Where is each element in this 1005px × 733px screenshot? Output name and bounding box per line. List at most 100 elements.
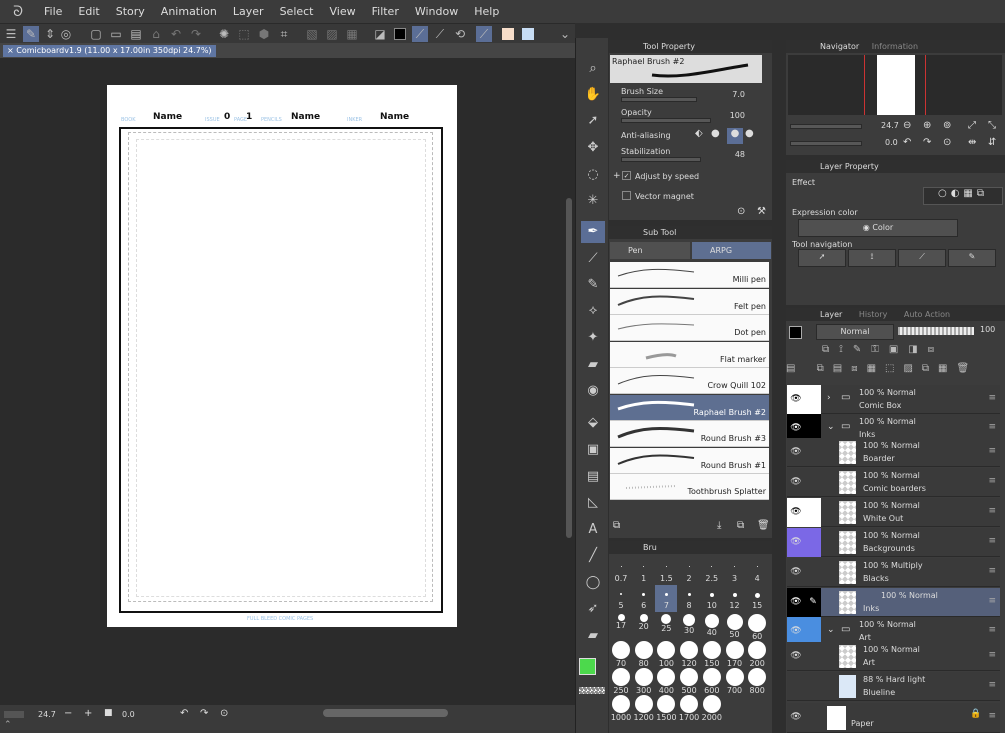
layer-row-blueline[interactable]: 88 % Hard light Blueline ≡: [787, 672, 1000, 701]
visibility-hidden-icon[interactable]: [787, 672, 805, 701]
brush-round-1[interactable]: Round Brush #1: [610, 448, 769, 474]
adjust-speed-checkbox[interactable]: ✓: [622, 171, 631, 180]
layer-row-inks[interactable]: 👁 ✎ 100 % Normal Inks ≡: [787, 588, 1000, 617]
expression-color-select[interactable]: ◉ Color: [798, 219, 958, 237]
brush-size-preset[interactable]: 3: [724, 558, 746, 585]
brush-size-tab[interactable]: Bru: [643, 543, 657, 552]
lasso-icon[interactable]: ⟲: [452, 26, 468, 42]
layer-drag-handle-icon[interactable]: ≡: [988, 650, 996, 660]
brush-size-preset[interactable]: 200: [746, 639, 768, 668]
brush-toothbrush[interactable]: Toothbrush Splatter: [610, 474, 769, 500]
updown-icon[interactable]: ⇕: [42, 26, 58, 42]
frame-tool-icon[interactable]: ▤: [581, 466, 605, 488]
brush-size-preset[interactable]: 150: [701, 639, 723, 668]
brush-size-slider[interactable]: [621, 97, 697, 102]
brush-size-preset[interactable]: 8: [678, 585, 700, 612]
layer-drag-handle-icon[interactable]: ≡: [988, 476, 996, 486]
snap-ruler-icon[interactable]: ▨: [324, 26, 340, 42]
app-logo-icon[interactable]: ᘐ: [0, 4, 36, 20]
undo-icon[interactable]: ↶: [168, 26, 184, 42]
zoom-out-icon[interactable]: −: [64, 708, 72, 719]
layer-drag-handle-icon[interactable]: ≡: [988, 711, 996, 721]
layer-row-art[interactable]: 👁 100 % Normal Art ≡: [787, 642, 1000, 671]
auto-action-tab[interactable]: Auto Action: [904, 310, 950, 319]
layer-drag-handle-icon[interactable]: ≡: [988, 422, 996, 432]
transform-icon[interactable]: ⬚: [236, 26, 252, 42]
pen-tool-icon[interactable]: ✒: [581, 221, 605, 243]
transparent-color-swatch[interactable]: [579, 687, 605, 694]
sub-tool-tab-arpg[interactable]: ARPG: [692, 242, 771, 259]
brush-tool-icon[interactable]: ⟡: [581, 300, 605, 322]
brush-size-preset[interactable]: 25: [655, 612, 677, 639]
visibility-eye-icon[interactable]: 👁: [787, 588, 805, 617]
brush-size-preset[interactable]: 800: [746, 666, 768, 695]
brush-round-3[interactable]: Round Brush #3: [610, 421, 769, 447]
operation-tool-icon[interactable]: ➚: [581, 110, 605, 132]
menu-select[interactable]: Select: [272, 5, 322, 18]
app-mode-icon[interactable]: ◎: [58, 26, 74, 42]
wrench-icon[interactable]: ⚒: [757, 206, 766, 217]
nav-rotate-left-icon[interactable]: ↶: [903, 137, 911, 148]
balloon-tool-icon[interactable]: ◯: [581, 572, 605, 594]
nav-actual-size-icon[interactable]: ⊚: [943, 120, 951, 131]
snap-off-icon[interactable]: ▧: [304, 26, 320, 42]
antialias-options[interactable]: ⬖ ● ● ●: [695, 128, 765, 144]
main-color-swatch[interactable]: [579, 658, 596, 675]
redo-icon[interactable]: ↷: [188, 26, 204, 42]
brush-size-preset[interactable]: 5: [610, 585, 632, 612]
canvas-hscrollbar[interactable]: [323, 709, 448, 717]
stabilization-slider[interactable]: [621, 157, 701, 162]
navigator-zoom-slider[interactable]: [790, 124, 862, 129]
blend-tool-icon[interactable]: ◉: [581, 380, 605, 402]
correct-line-tool-icon[interactable]: ➶: [581, 598, 605, 620]
tool-nav-vector-icon[interactable]: ⟋: [898, 249, 946, 267]
menu-animation[interactable]: Animation: [153, 5, 225, 18]
visibility-eye-icon[interactable]: 👁: [787, 438, 805, 467]
brush-size-preset[interactable]: 1: [633, 558, 655, 585]
sub-tool-tab-pen[interactable]: Pen: [610, 242, 690, 259]
layer-row-comic-box[interactable]: 👁 › ▭ 100 % Normal Comic Box ≡: [787, 385, 1000, 414]
brush-size-preset[interactable]: 30: [678, 612, 700, 639]
reset-rotation-icon[interactable]: ⊙: [220, 708, 228, 719]
swatch-blue-icon[interactable]: [520, 26, 536, 42]
nav-fit-icon[interactable]: ⤢: [968, 120, 976, 131]
layer-drag-handle-icon[interactable]: ≡: [988, 625, 996, 635]
layer-lock-cell[interactable]: [805, 385, 821, 414]
brush-size-preset[interactable]: 10: [701, 585, 723, 612]
menu-file[interactable]: File: [36, 5, 70, 18]
brush-raphael-2[interactable]: Raphael Brush #2: [610, 395, 769, 421]
export-icon[interactable]: ⌂: [148, 26, 164, 42]
vector-magnet-checkbox[interactable]: [622, 191, 631, 200]
layer-color-swatch[interactable]: [789, 326, 802, 339]
navigator-rotate-slider[interactable]: [790, 141, 862, 146]
brush-size-preset[interactable]: 400: [655, 666, 677, 695]
layer-drag-handle-icon[interactable]: ≡: [988, 680, 996, 690]
visibility-eye-icon[interactable]: 👁: [787, 558, 805, 587]
brush-size-preset[interactable]: 100: [655, 639, 677, 668]
text-tool-icon[interactable]: A: [581, 519, 605, 541]
trash-icon[interactable]: 🗑: [757, 520, 770, 531]
brush-size-preset[interactable]: 40: [701, 612, 723, 639]
layer-row-boarder[interactable]: 👁 100 % Normal Boarder ≡: [787, 438, 1000, 467]
layer-actions-toolbar[interactable]: ▤ ⧉▤⧈▦⬚▨⧉▦🗑: [786, 363, 1005, 379]
brush-size-preset[interactable]: 4: [746, 558, 768, 585]
brush-size-preset[interactable]: 80: [633, 639, 655, 668]
brush-size-preset[interactable]: 2000: [701, 693, 723, 722]
brush-size-preset[interactable]: 1700: [678, 693, 700, 722]
effect-buttons[interactable]: ○◐▦⧉: [923, 187, 1003, 205]
menu-view[interactable]: View: [322, 5, 364, 18]
brush-size-preset[interactable]: 12: [724, 585, 746, 612]
brush-size-preset[interactable]: 170: [724, 639, 746, 668]
brush-size-preset[interactable]: 17: [610, 612, 632, 639]
layer-row-paper[interactable]: 👁 Paper 🔒 ≡: [787, 703, 1000, 733]
snap-grid-icon[interactable]: ▦: [344, 26, 360, 42]
visibility-eye-icon[interactable]: 👁: [787, 498, 805, 527]
sub-tool-settings-icon[interactable]: ⧉: [613, 520, 620, 531]
plus-icon[interactable]: +: [613, 171, 621, 181]
invert-icon[interactable]: ◪: [372, 26, 388, 42]
visibility-eye-icon[interactable]: 👁: [787, 528, 805, 557]
hand-tool-icon[interactable]: ✋: [581, 84, 605, 106]
fill-tool-icon[interactable]: ⬙: [581, 412, 605, 434]
document-tab[interactable]: × Comicboardv1.9 (11.00 x 17.00in 350dpi…: [3, 45, 216, 57]
black-swatch-icon[interactable]: [392, 26, 408, 42]
